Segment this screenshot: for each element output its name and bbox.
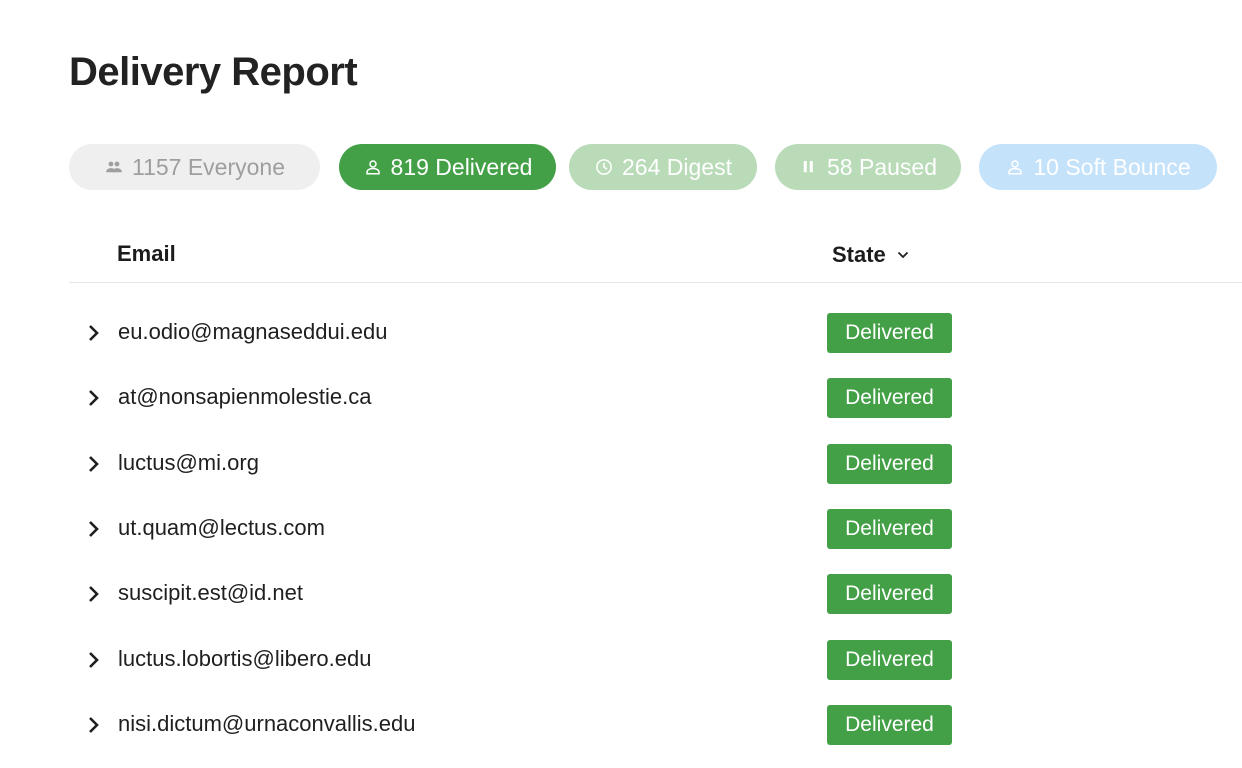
row-email: luctus.lobortis@libero.edu: [118, 646, 372, 671]
chevron-right-icon[interactable]: [85, 581, 103, 607]
row-email: at@nonsapienmolestie.ca: [118, 384, 372, 409]
person-icon: [363, 157, 383, 177]
row-email: eu.odio@magnaseddui.edu: [118, 319, 388, 344]
chevron-right-icon[interactable]: [85, 712, 103, 738]
status-badge: Delivered: [827, 705, 952, 745]
people-icon: [104, 157, 124, 177]
status-badge: Delivered: [827, 509, 952, 549]
table-row[interactable]: nisi.dictum@urnaconvallis.edu Delivered: [69, 692, 1242, 758]
filter-everyone[interactable]: 1157 Everyone: [69, 144, 320, 190]
chevron-right-icon[interactable]: [85, 320, 103, 346]
filter-digest[interactable]: 264 Digest: [569, 144, 757, 190]
filter-paused[interactable]: 58 Paused: [775, 144, 961, 190]
pause-icon: [799, 157, 819, 177]
filter-digest-label: 264 Digest: [622, 153, 732, 180]
filter-paused-label: 58 Paused: [827, 153, 937, 180]
column-header-email[interactable]: Email: [117, 241, 176, 267]
chevron-right-icon[interactable]: [85, 647, 103, 673]
status-badge: Delivered: [827, 640, 952, 680]
column-header-state-label: State: [832, 242, 886, 267]
filter-everyone-label: 1157 Everyone: [131, 153, 285, 180]
table-row[interactable]: luctus@mi.org Delivered: [69, 431, 1242, 497]
filter-soft-bounce[interactable]: 10 Soft Bounce: [979, 144, 1217, 190]
row-email: ut.quam@lectus.com: [118, 515, 325, 540]
filter-soft-bounce-label: 10 Soft Bounce: [1033, 153, 1191, 180]
table-row[interactable]: suscipit.est@id.net Delivered: [69, 561, 1242, 627]
filter-delivered[interactable]: 819 Delivered: [339, 144, 556, 190]
chevron-down-icon[interactable]: [896, 242, 910, 268]
person-icon: [1005, 157, 1025, 177]
table-header: Email State: [69, 228, 1242, 283]
status-badge: Delivered: [827, 378, 952, 418]
table-row[interactable]: eu.odio@magnaseddui.edu Delivered: [69, 300, 1242, 366]
row-email: suscipit.est@id.net: [118, 580, 303, 605]
row-email: luctus@mi.org: [118, 450, 259, 475]
status-badge: Delivered: [827, 444, 952, 484]
clock-icon: [594, 157, 614, 177]
page-title: Delivery Report: [69, 50, 358, 94]
status-badge: Delivered: [827, 313, 952, 353]
filter-delivered-label: 819 Delivered: [390, 153, 533, 180]
table-row[interactable]: luctus.lobortis@libero.edu Delivered: [69, 627, 1242, 693]
column-header-state[interactable]: State: [832, 242, 910, 268]
table-row[interactable]: ut.quam@lectus.com Delivered: [69, 496, 1242, 562]
chevron-right-icon[interactable]: [85, 516, 103, 542]
row-email: nisi.dictum@urnaconvallis.edu: [118, 711, 416, 736]
status-badge: Delivered: [827, 574, 952, 614]
chevron-right-icon[interactable]: [85, 451, 103, 477]
chevron-right-icon[interactable]: [85, 385, 103, 411]
table-row[interactable]: at@nonsapienmolestie.ca Delivered: [69, 365, 1242, 431]
